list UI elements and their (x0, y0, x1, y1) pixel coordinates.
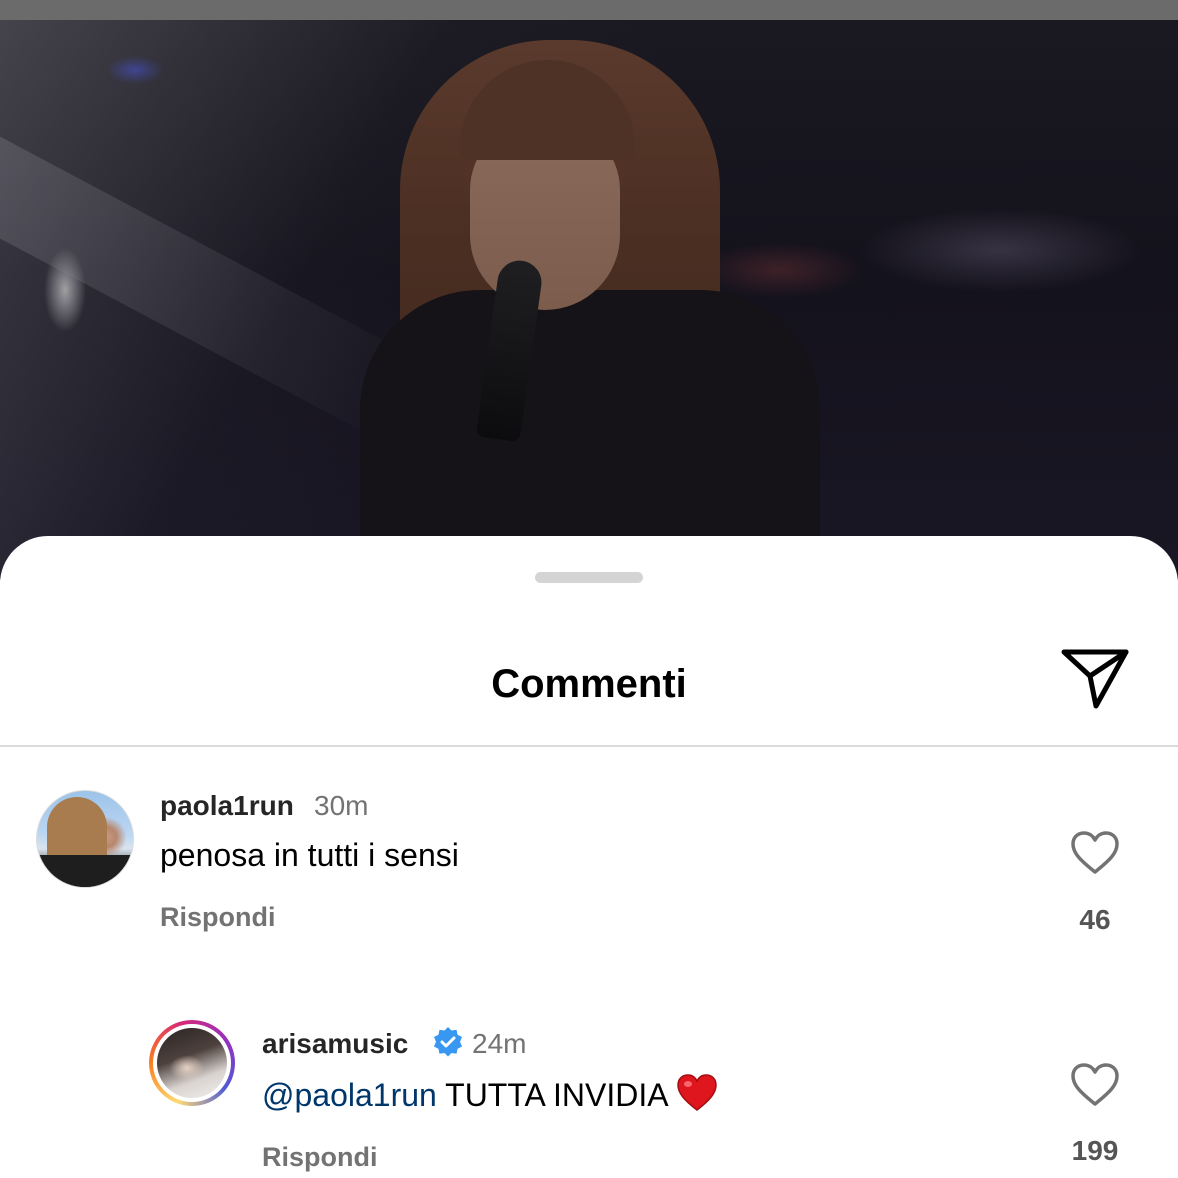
heart-outline-icon[interactable] (1070, 1062, 1120, 1108)
reply-button[interactable]: Rispondi (160, 900, 276, 934)
comment-text: penosa in tutti i sensi (160, 837, 459, 873)
stage-light-beam (0, 105, 401, 429)
reply-button[interactable]: Rispondi (262, 1140, 378, 1174)
paper-plane-icon[interactable] (1060, 646, 1130, 712)
avatar[interactable] (149, 1020, 235, 1106)
avatar-photo (157, 1028, 227, 1098)
comment-text-line: @paola1run TUTTA INVIDIA (262, 1074, 718, 1116)
status-strip (0, 0, 1178, 20)
like-count: 46 (1079, 904, 1111, 935)
sheet-drag-handle[interactable] (535, 572, 643, 583)
avatar[interactable] (36, 790, 134, 888)
sheet-title: Commenti (491, 662, 687, 706)
post-photo (0, 20, 1178, 580)
comment-time: 30m (314, 790, 369, 821)
comment-text: TUTTA INVIDIA (445, 1077, 667, 1113)
avatar-ring-gap (153, 1024, 231, 1102)
comments-sheet: Commenti paola1run 30m penosa in tutti i… (0, 536, 1178, 1178)
red-heart-emoji (676, 1074, 718, 1112)
mention-link[interactable]: @paola1run (262, 1077, 437, 1113)
like-count: 199 (1071, 1135, 1119, 1166)
comment-time: 24m (472, 1028, 527, 1059)
avatar-shirt (37, 855, 133, 887)
heart-outline-icon[interactable] (1070, 830, 1120, 876)
instagram-comments-screen: Commenti paola1run 30m penosa in tutti i… (0, 0, 1178, 1178)
header-divider (0, 745, 1178, 747)
verified-badge-icon (432, 1026, 464, 1058)
comment-username[interactable]: paola1run (160, 788, 294, 824)
comment-username[interactable]: arisamusic (262, 1026, 408, 1062)
